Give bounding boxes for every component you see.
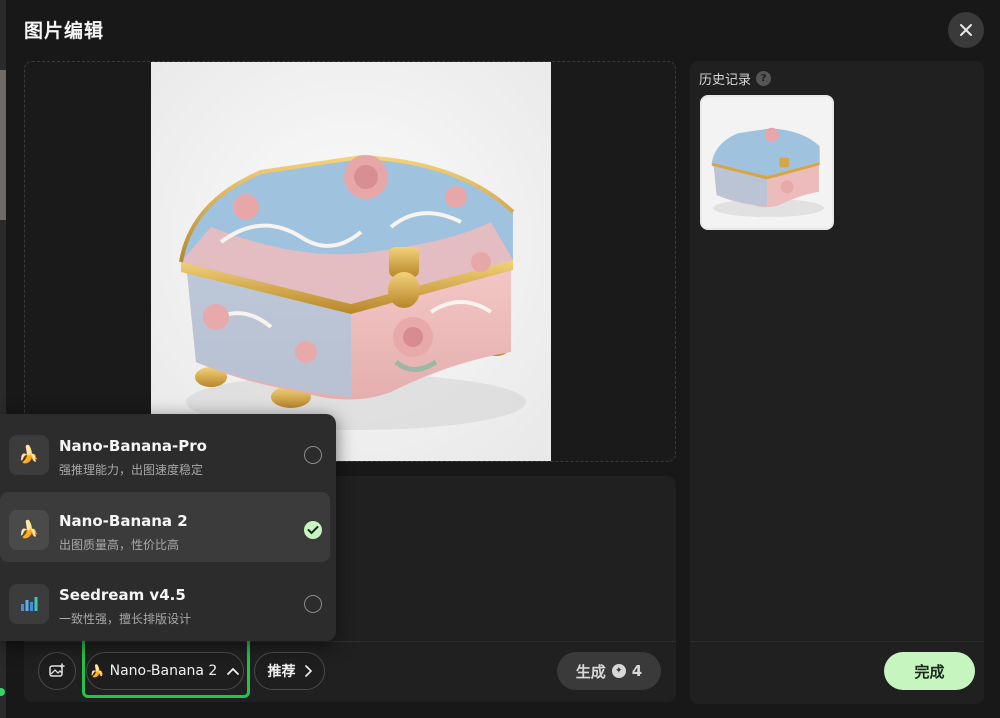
model-option-name: Nano-Banana-Pro: [59, 437, 207, 455]
dialog-title: 图片编辑: [24, 20, 105, 42]
model-option-nano-banana-pro[interactable]: 🍌 Nano-Banana-Pro 强推理能力，出图速度稳定: [0, 417, 330, 487]
generate-button[interactable]: 生成 ✦ 4: [557, 652, 661, 690]
credit-icon: ✦: [611, 664, 626, 678]
model-select-button[interactable]: 🍌 Nano-Banana 2: [86, 652, 244, 690]
image-upload-button[interactable]: [38, 652, 76, 690]
checkmark-icon: [307, 526, 319, 535]
model-dropdown: 🍌 Nano-Banana-Pro 强推理能力，出图速度稳定 🍌 Nano-Ba…: [0, 414, 336, 641]
model-option-seedream[interactable]: Seedream v4.5 一致性强，擅长排版设计: [0, 566, 330, 636]
recommend-label: 推荐: [267, 664, 296, 680]
model-option-desc: 强推理能力，出图速度稳定: [59, 463, 204, 477]
history-panel: 历史记录 ? 完成: [690, 61, 984, 704]
history-header: 历史记录 ?: [699, 69, 772, 88]
chevron-up-icon: [227, 667, 240, 675]
model-option-nano-banana-2[interactable]: 🍌 Nano-Banana 2 出图质量高，性价比高: [0, 492, 330, 562]
close-button[interactable]: [948, 12, 984, 48]
model-option-name: Nano-Banana 2: [59, 512, 188, 530]
model-select-label: Nano-Banana 2: [109, 663, 218, 679]
generate-cost: 4: [631, 662, 643, 680]
chevron-right-icon: [304, 665, 312, 677]
done-button[interactable]: 完成: [884, 652, 975, 690]
radio-unchecked-icon[interactable]: [304, 595, 322, 613]
banana-icon: 🍌: [9, 435, 49, 475]
history-title: 历史记录: [699, 73, 752, 88]
history-divider: [690, 641, 984, 642]
model-option-desc: 出图质量高，性价比高: [59, 538, 180, 552]
history-image: [702, 97, 832, 228]
main-image: [151, 62, 551, 461]
close-icon: [960, 24, 972, 36]
bar-chart-icon: [9, 584, 49, 624]
model-option-name: Seedream v4.5: [59, 586, 186, 604]
model-option-desc: 一致性强，擅长排版设计: [59, 612, 192, 626]
history-thumbnail[interactable]: [700, 95, 834, 230]
image-canvas[interactable]: [24, 61, 676, 462]
help-icon[interactable]: ?: [756, 71, 772, 86]
radio-checked-icon[interactable]: [304, 521, 322, 539]
banana-icon: 🍌: [9, 510, 49, 550]
banana-icon: 🍌: [89, 664, 105, 678]
recommend-button[interactable]: 推荐: [254, 652, 325, 690]
image-upload-icon: [49, 663, 65, 677]
radio-unchecked-icon[interactable]: [304, 446, 322, 464]
generate-label: 生成: [575, 662, 606, 681]
